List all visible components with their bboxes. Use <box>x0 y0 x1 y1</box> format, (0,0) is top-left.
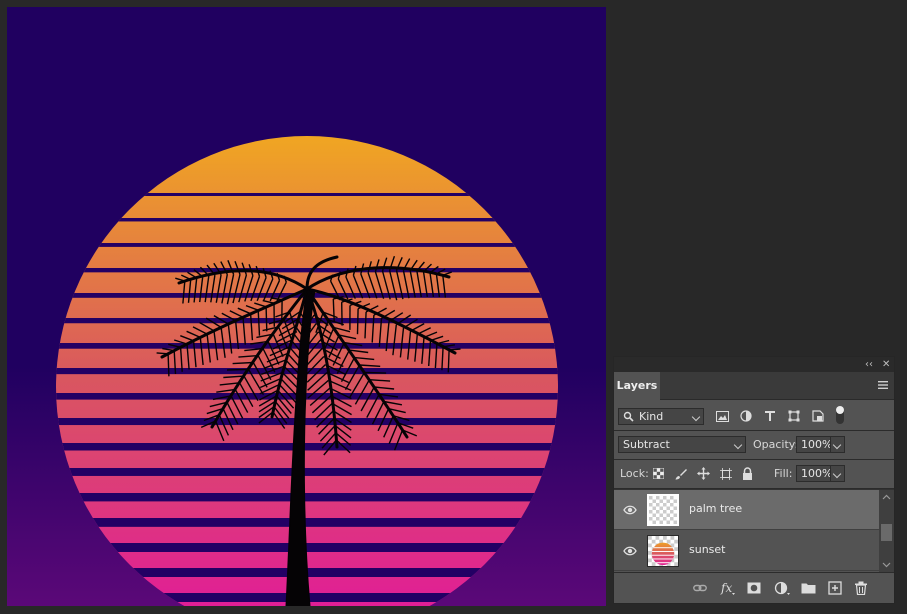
layer-row-sunset[interactable]: sunset <box>614 531 880 571</box>
blend-mode-value: Subtract <box>623 438 670 451</box>
layer-row-palm-tree[interactable]: palm tree <box>614 490 880 530</box>
close-panel-button[interactable]: ✕ <box>882 358 890 371</box>
sun-stripe <box>56 493 558 502</box>
sun-stripe <box>56 393 558 400</box>
eye-icon[interactable] <box>623 504 637 516</box>
new-layer-icon[interactable] <box>828 581 842 595</box>
eye-icon[interactable] <box>623 545 637 557</box>
frond-leaflet <box>265 306 268 332</box>
opacity-dropdown-button[interactable] <box>830 436 845 453</box>
lock-label: Lock: <box>620 467 649 480</box>
layer-mask-icon[interactable] <box>747 581 761 595</box>
frond-leaflet <box>332 298 335 322</box>
lock-artboard-icon[interactable] <box>720 468 732 480</box>
fx-icon[interactable]: fx <box>720 581 736 595</box>
link-layers-icon[interactable] <box>693 581 707 595</box>
layer-thumbnail-transparent <box>647 494 679 526</box>
search-icon <box>623 411 634 422</box>
lock-paint-icon[interactable] <box>675 468 687 480</box>
lock-transparent-icon[interactable] <box>653 468 664 479</box>
scroll-thumb[interactable] <box>881 524 892 541</box>
frond-leaflet <box>156 352 169 355</box>
layers-scrollbar[interactable] <box>879 490 894 574</box>
filter-toggle-icon[interactable] <box>835 405 845 425</box>
scroll-up-icon[interactable] <box>882 494 891 500</box>
group-folder-icon[interactable] <box>801 581 816 595</box>
frond-leaflet <box>167 353 170 377</box>
sun-stripe <box>56 518 558 527</box>
filter-kind-select[interactable]: Kind <box>618 408 704 425</box>
frond-leaflet <box>447 349 450 373</box>
lock-all-icon[interactable] <box>742 467 753 480</box>
collapse-panel-button[interactable]: ‹‹ <box>865 358 873 371</box>
layer-name: sunset <box>689 543 726 556</box>
adjustment-filter-icon[interactable] <box>740 410 752 422</box>
shape-filter-icon[interactable] <box>788 410 800 422</box>
sun-stripe <box>56 468 558 476</box>
fill-value: 100% <box>801 467 833 480</box>
panel-tab-row: Layers <box>614 372 894 400</box>
sun-stripe <box>56 218 558 222</box>
chevron-down-icon <box>832 440 842 450</box>
sun-stripe <box>56 243 558 247</box>
panel-menu-icon[interactable] <box>877 379 889 391</box>
type-filter-icon[interactable] <box>764 410 776 422</box>
frond-leaflet <box>226 368 249 371</box>
filter-row: Kind <box>614 400 894 431</box>
layer-name: palm tree <box>689 502 743 515</box>
frond-leaflet <box>449 348 461 351</box>
filter-kind-value: Kind <box>639 410 664 423</box>
smart-object-filter-icon[interactable] <box>812 410 824 422</box>
adjustment-layer-icon[interactable] <box>774 581 790 595</box>
opacity-value: 100% <box>801 438 833 451</box>
chevron-down-icon <box>691 412 701 422</box>
blend-mode-select[interactable]: Subtract <box>618 436 746 453</box>
frond-leaflet <box>364 371 387 374</box>
layers-list: palm tree sunset <box>614 490 880 574</box>
sun-stripe <box>56 543 558 552</box>
chevron-down-icon <box>832 469 842 479</box>
lock-position-icon[interactable] <box>697 467 710 480</box>
fill-label: Fill: <box>774 467 793 480</box>
lock-row: Lock: Fill: 100% <box>614 460 894 489</box>
fill-dropdown-button[interactable] <box>830 465 845 482</box>
document-canvas[interactable] <box>7 7 606 606</box>
frond-leaflet <box>356 308 359 335</box>
layers-panel: ‹‹ ✕ Layers Kind Subtract Opacity: 100% <box>613 356 895 604</box>
tab-layers[interactable]: Layers <box>614 372 660 400</box>
scroll-down-icon[interactable] <box>882 562 891 568</box>
svg-text:fx: fx <box>720 581 732 595</box>
trash-icon[interactable] <box>854 581 868 595</box>
sun-stripe <box>56 418 558 426</box>
layers-bottom-toolbar: fx <box>614 572 894 603</box>
image-filter-icon[interactable] <box>716 411 729 422</box>
sun-stripe <box>56 268 558 273</box>
layer-thumbnail-sunset <box>647 535 679 567</box>
panel-title-bar: ‹‹ ✕ <box>614 357 894 372</box>
opacity-label: Opacity: <box>753 438 799 451</box>
blend-row: Subtract Opacity: 100% <box>614 431 894 460</box>
chevron-down-icon <box>733 440 743 450</box>
sun-stripe <box>56 443 558 451</box>
